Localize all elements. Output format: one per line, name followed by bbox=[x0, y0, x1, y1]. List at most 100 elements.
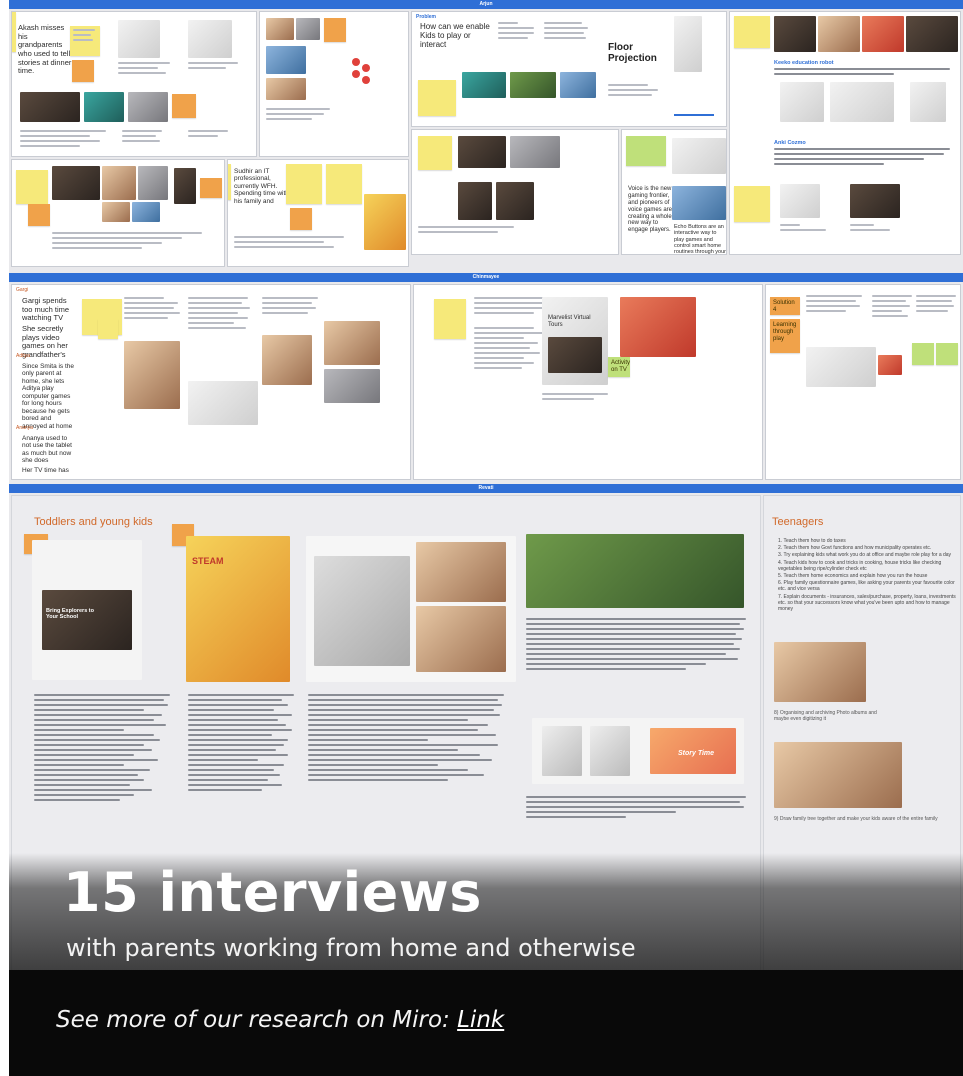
echo-devices-image bbox=[672, 138, 726, 174]
app-mockup bbox=[806, 347, 876, 387]
photo bbox=[102, 166, 136, 200]
story-time-image: Story Time bbox=[532, 718, 744, 784]
panel-voice: Voice is the new gaming frontier, and pi… bbox=[621, 129, 727, 255]
sticky-activity-tv-text: Activity on TV bbox=[611, 360, 630, 373]
section-header-arjun: Arjun bbox=[9, 0, 963, 9]
photo-grid bbox=[262, 335, 312, 385]
photo bbox=[296, 18, 320, 40]
sticky-note bbox=[434, 299, 466, 339]
photo bbox=[138, 166, 168, 200]
robot-image bbox=[910, 82, 946, 122]
heading-floor-projection: Floor Projection bbox=[608, 42, 657, 64]
marvel-title: Marvelist Virtual Tours bbox=[548, 315, 591, 328]
game-board-image bbox=[620, 297, 696, 357]
miro-board[interactable]: Arjun Akash misses his grandparents who … bbox=[9, 0, 963, 1000]
story-time-label: Story Time bbox=[678, 750, 715, 757]
teen-list-item: 2. Teach them how Govt functions and how… bbox=[778, 545, 932, 552]
robot-image bbox=[830, 82, 894, 122]
photo bbox=[324, 369, 380, 403]
teen-activity-list: 1. Teach them how to do taxes 2. Teach th… bbox=[778, 538, 960, 613]
just-dance-cover bbox=[364, 194, 406, 250]
social-icon bbox=[352, 70, 360, 78]
whale-sketch-image bbox=[118, 20, 160, 58]
panel-solution-4: Solution 4 Learning through play bbox=[765, 284, 961, 480]
subline-parents: with parents working from home and other… bbox=[66, 934, 636, 962]
panel-activities bbox=[259, 11, 409, 157]
teen-list-item: 6. Play family questionnaire games, like… bbox=[778, 580, 955, 593]
sticky-note bbox=[626, 136, 666, 166]
sticky-note bbox=[326, 164, 362, 204]
echo-text: Echo Buttons are an interactive way to p… bbox=[674, 224, 726, 255]
sticky-note bbox=[734, 186, 770, 222]
section-label: Problem bbox=[416, 14, 437, 20]
sticky-note bbox=[16, 170, 48, 204]
headline-interviews: 15 interviews bbox=[63, 861, 482, 924]
explorers-website-image: Bring Explorers to Your School bbox=[32, 540, 142, 680]
photo-albums-image bbox=[774, 642, 866, 702]
sticky-activity-tv: Activity on TV bbox=[608, 357, 630, 377]
projector-diagram bbox=[674, 16, 702, 72]
section-label: Aditya bbox=[16, 353, 30, 359]
photo bbox=[266, 46, 306, 74]
sticky-learning-text: Learning through play bbox=[773, 322, 797, 342]
photo bbox=[416, 606, 506, 672]
photo bbox=[510, 72, 556, 98]
screenshot-root: Arjun Akash misses his grandparents who … bbox=[0, 0, 963, 1076]
sticky-note bbox=[324, 18, 346, 42]
app-screenshot bbox=[84, 92, 124, 122]
panel-sudhir: Sudhir an IT professional, currently WFH… bbox=[227, 159, 409, 267]
teen-list-item: 3. Try explaining kids what work you do … bbox=[778, 552, 952, 559]
echo-buttons-image bbox=[672, 186, 726, 220]
robot-image bbox=[780, 184, 820, 218]
panel-chinmayee-left: Gargi Gargi spends too much time watchin… bbox=[11, 284, 411, 480]
panel-robots: Keeko education robot Anki Cozmo bbox=[729, 11, 961, 255]
sticky-gargi: Gargi spends too much time watching TV bbox=[22, 296, 70, 323]
sticky-note bbox=[418, 80, 456, 116]
sticky-smita: Since Smita is the only parent at home, … bbox=[22, 363, 75, 430]
family-photo bbox=[188, 381, 258, 425]
photo bbox=[850, 184, 900, 218]
teen-photo-caption-9: 9) Draw family tree together and make yo… bbox=[774, 816, 938, 822]
hero-photo bbox=[42, 590, 132, 650]
section-label: Gargi bbox=[16, 287, 29, 293]
sticky-solution-4-text: Solution 4 bbox=[773, 300, 795, 313]
sticky-ananya: Ananya used to not use the tablet as muc… bbox=[22, 435, 72, 465]
panel-akash: Akash misses his grandparents who used t… bbox=[11, 11, 257, 157]
photo bbox=[102, 202, 130, 222]
kids-photo bbox=[906, 16, 958, 52]
link bbox=[674, 114, 714, 116]
sticky-note bbox=[98, 319, 118, 339]
child-play-photo bbox=[124, 341, 180, 409]
teen-list-item: 5. Teach them home economics and explain… bbox=[778, 573, 928, 580]
video-thumbnail bbox=[548, 337, 602, 373]
accent-bar bbox=[228, 164, 231, 200]
photo bbox=[496, 182, 534, 220]
keeko-title: Keeko education robot bbox=[774, 60, 834, 66]
sticky-note bbox=[172, 94, 196, 118]
phone-image bbox=[174, 168, 196, 204]
kids-photo bbox=[862, 16, 904, 52]
photo bbox=[132, 202, 160, 222]
steam-title: STEAM bbox=[192, 556, 224, 566]
sticky-ananya-2: Her TV time has bbox=[22, 467, 69, 474]
logo-image bbox=[878, 355, 902, 375]
photo bbox=[416, 542, 506, 602]
footer-caption-text: See more of our research on Miro: bbox=[56, 1007, 458, 1033]
sticky-note bbox=[70, 26, 100, 56]
steam-poster-image: STEAM bbox=[186, 536, 290, 682]
social-icon bbox=[352, 58, 360, 66]
photo bbox=[128, 92, 168, 122]
sticky-akash: Akash misses his grandparents who used t… bbox=[18, 23, 72, 76]
sticky-solution-4: Solution 4 bbox=[770, 297, 800, 315]
teen-list-item: 7. Explain documents - insurances, sales… bbox=[778, 593, 956, 613]
photo bbox=[266, 78, 306, 100]
heading-enable: How can we enable Kids to play or intera… bbox=[420, 22, 490, 50]
sticky-note bbox=[418, 136, 452, 170]
sticky-note bbox=[734, 16, 770, 48]
section-header-revati: Revati bbox=[9, 484, 963, 493]
panel-chinmayee-mid: Marvelist Virtual Tours Activity on TV bbox=[413, 284, 763, 480]
photo bbox=[266, 18, 294, 40]
makedo-kits-image bbox=[306, 536, 516, 682]
map-sketch-image bbox=[188, 20, 232, 58]
miro-link[interactable]: Link bbox=[457, 1007, 504, 1033]
